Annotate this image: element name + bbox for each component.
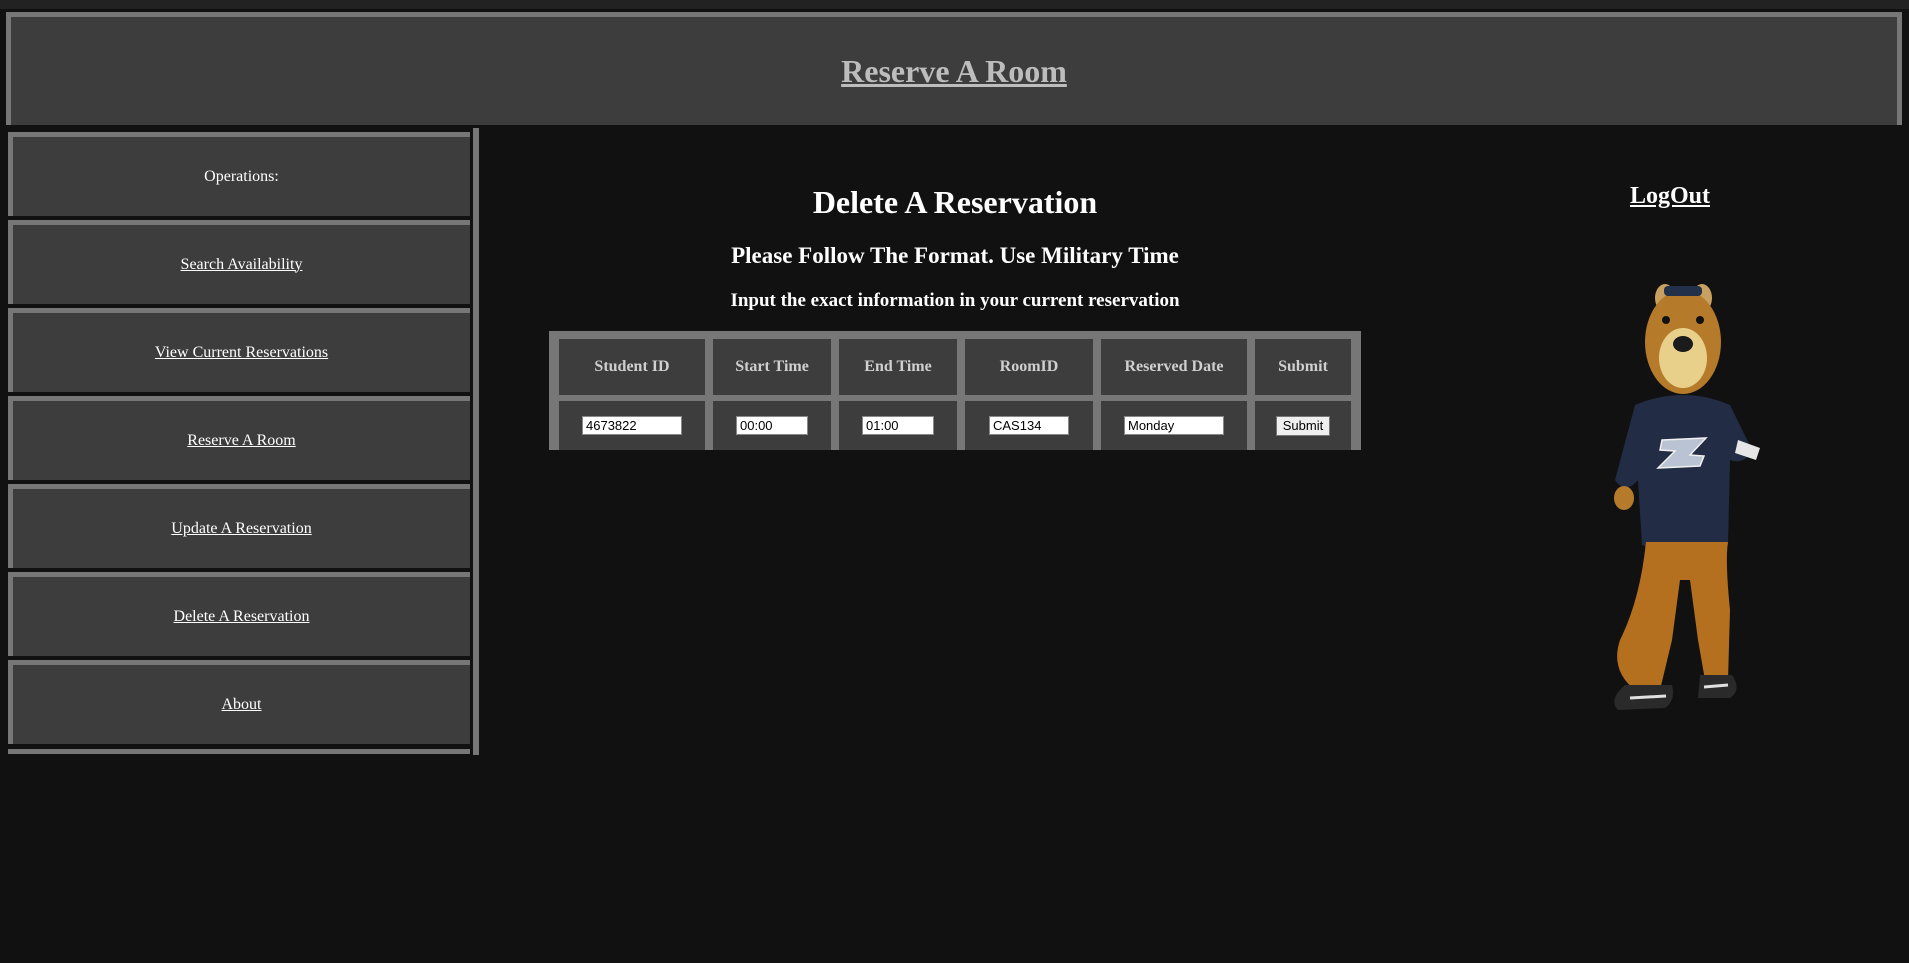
reserved-date-input[interactable]	[1124, 416, 1224, 435]
submit-button[interactable]: Submit	[1275, 415, 1331, 436]
start-time-cell	[713, 401, 831, 450]
sidebar-link-update-reservation[interactable]: Update A Reservation	[171, 520, 311, 538]
sidebar-item-about: About	[8, 660, 470, 744]
sidebar-item-search-availability: Search Availability	[8, 220, 470, 304]
submit-cell: Submit	[1255, 401, 1351, 450]
sidebar-link-view-reservations[interactable]: View Current Reservations	[155, 344, 328, 362]
logout-link[interactable]: LogOut	[1630, 183, 1710, 209]
sidebar-link-search-availability[interactable]: Search Availability	[181, 256, 303, 274]
sidebar-item-update-reservation: Update A Reservation	[8, 484, 470, 568]
column-header-student-id: Student ID	[559, 339, 705, 395]
reservation-form-table: Student ID Start Time End Time RoomID Re…	[549, 331, 1361, 450]
student-id-cell	[559, 401, 705, 450]
sidebar-item-delete-reservation: Delete A Reservation	[8, 572, 470, 656]
student-id-input[interactable]	[582, 416, 682, 435]
header-title-link[interactable]: Reserve A Room	[841, 53, 1067, 90]
sidebar-heading: Operations:	[204, 167, 279, 185]
sidebar-bottom-border	[8, 749, 470, 754]
sidebar-link-delete-reservation[interactable]: Delete A Reservation	[174, 608, 310, 626]
end-time-input[interactable]	[862, 416, 934, 435]
room-id-input[interactable]	[989, 416, 1069, 435]
top-strip	[0, 0, 1909, 9]
start-time-input[interactable]	[736, 416, 808, 435]
sidebar-heading-cell: Operations:	[8, 132, 470, 216]
room-id-cell	[965, 401, 1093, 450]
column-header-submit: Submit	[1255, 339, 1351, 395]
sidebar-item-view-reservations: View Current Reservations	[8, 308, 470, 392]
header-banner: Reserve A Room	[6, 12, 1902, 125]
column-header-start-time: Start Time	[713, 339, 831, 395]
mascot-image	[1614, 284, 1760, 710]
page-instruction: Input the exact information in your curr…	[730, 290, 1180, 311]
page-subtitle: Please Follow The Format. Use Military T…	[731, 243, 1179, 268]
reserved-date-cell	[1101, 401, 1247, 450]
end-time-cell	[839, 401, 957, 450]
column-header-reserved-date: Reserved Date	[1101, 339, 1247, 395]
sidebar: Operations: Search Availability View Cur…	[0, 128, 479, 755]
page-title: Delete A Reservation	[812, 184, 1098, 220]
sidebar-item-reserve-room: Reserve A Room	[8, 396, 470, 480]
sidebar-link-reserve-room[interactable]: Reserve A Room	[187, 432, 295, 450]
column-header-room-id: RoomID	[965, 339, 1093, 395]
logout-container: LogOut	[1600, 183, 1740, 210]
column-header-end-time: End Time	[839, 339, 957, 395]
sidebar-link-about[interactable]: About	[222, 696, 262, 714]
